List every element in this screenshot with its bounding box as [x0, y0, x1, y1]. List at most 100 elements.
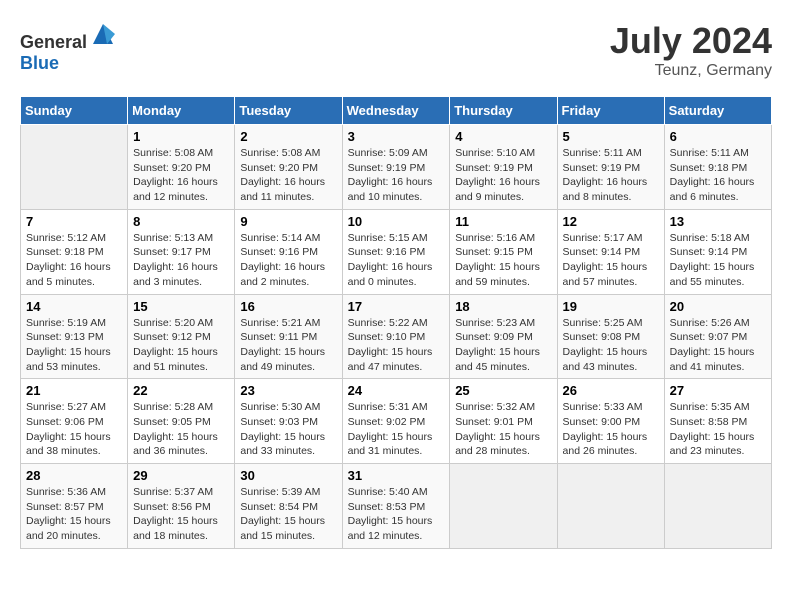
day-info: Sunrise: 5:33 AMSunset: 9:00 PMDaylight:…: [563, 400, 659, 459]
calendar-week-row: 1Sunrise: 5:08 AMSunset: 9:20 PMDaylight…: [21, 125, 772, 210]
day-number: 25: [455, 383, 551, 398]
day-info: Sunrise: 5:27 AMSunset: 9:06 PMDaylight:…: [26, 400, 122, 459]
day-number: 15: [133, 299, 229, 314]
calendar-cell: 21 Sunrise: 5:27 AMSunset: 9:06 PMDayligh…: [21, 379, 128, 464]
calendar-cell: 11 Sunrise: 5:16 AMSunset: 9:15 PMDayligh…: [450, 209, 557, 294]
day-info: Sunrise: 5:25 AMSunset: 9:08 PMDaylight:…: [563, 316, 659, 375]
weekday-header-saturday: Saturday: [664, 97, 771, 125]
day-info: Sunrise: 5:08 AMSunset: 9:20 PMDaylight:…: [133, 146, 229, 205]
day-number: 13: [670, 214, 766, 229]
day-number: 24: [348, 383, 445, 398]
day-info: Sunrise: 5:16 AMSunset: 9:15 PMDaylight:…: [455, 231, 551, 290]
day-number: 29: [133, 468, 229, 483]
day-number: 22: [133, 383, 229, 398]
day-number: 6: [670, 129, 766, 144]
calendar-cell: 9 Sunrise: 5:14 AMSunset: 9:16 PMDaylight…: [235, 209, 342, 294]
day-number: 9: [240, 214, 336, 229]
day-number: 14: [26, 299, 122, 314]
calendar-cell: 14 Sunrise: 5:19 AMSunset: 9:13 PMDayligh…: [21, 294, 128, 379]
calendar-cell: 2 Sunrise: 5:08 AMSunset: 9:20 PMDaylight…: [235, 125, 342, 210]
day-info: Sunrise: 5:40 AMSunset: 8:53 PMDaylight:…: [348, 485, 445, 544]
day-info: Sunrise: 5:12 AMSunset: 9:18 PMDaylight:…: [26, 231, 122, 290]
day-number: 19: [563, 299, 659, 314]
calendar-cell: [450, 464, 557, 549]
title-block: July 2024 Teunz, Germany: [610, 20, 772, 80]
calendar-cell: 1Sunrise: 5:08 AMSunset: 9:20 PMDaylight…: [128, 125, 235, 210]
calendar-cell: 3 Sunrise: 5:09 AMSunset: 9:19 PMDaylight…: [342, 125, 450, 210]
day-number: 20: [670, 299, 766, 314]
day-number: 8: [133, 214, 229, 229]
day-number: 18: [455, 299, 551, 314]
calendar-cell: 4Sunrise: 5:10 AMSunset: 9:19 PMDaylight…: [450, 125, 557, 210]
day-info: Sunrise: 5:20 AMSunset: 9:12 PMDaylight:…: [133, 316, 229, 375]
day-number: 7: [26, 214, 122, 229]
calendar-week-row: 14 Sunrise: 5:19 AMSunset: 9:13 PMDayligh…: [21, 294, 772, 379]
calendar-cell: 8 Sunrise: 5:13 AMSunset: 9:17 PMDaylight…: [128, 209, 235, 294]
weekday-header-thursday: Thursday: [450, 97, 557, 125]
day-info: Sunrise: 5:35 AMSunset: 8:58 PMDaylight:…: [670, 400, 766, 459]
location-title: Teunz, Germany: [610, 62, 772, 80]
day-info: Sunrise: 5:08 AMSunset: 9:20 PMDaylight:…: [240, 146, 336, 205]
logo: General Blue: [20, 20, 117, 74]
day-info: Sunrise: 5:18 AMSunset: 9:14 PMDaylight:…: [670, 231, 766, 290]
day-info: Sunrise: 5:31 AMSunset: 9:02 PMDaylight:…: [348, 400, 445, 459]
day-number: 3: [348, 129, 445, 144]
calendar-cell: 12 Sunrise: 5:17 AMSunset: 9:14 PMDayligh…: [557, 209, 664, 294]
day-info: Sunrise: 5:11 AMSunset: 9:19 PMDaylight:…: [563, 146, 659, 205]
day-info: Sunrise: 5:19 AMSunset: 9:13 PMDaylight:…: [26, 316, 122, 375]
day-number: 16: [240, 299, 336, 314]
day-number: 17: [348, 299, 445, 314]
calendar-cell: [557, 464, 664, 549]
weekday-header-row: SundayMondayTuesdayWednesdayThursdayFrid…: [21, 97, 772, 125]
calendar-cell: 23Sunrise: 5:30 AMSunset: 9:03 PMDayligh…: [235, 379, 342, 464]
logo-blue: Blue: [20, 53, 59, 73]
day-info: Sunrise: 5:17 AMSunset: 9:14 PMDaylight:…: [563, 231, 659, 290]
calendar-cell: 24 Sunrise: 5:31 AMSunset: 9:02 PMDayligh…: [342, 379, 450, 464]
day-number: 2: [240, 129, 336, 144]
day-info: Sunrise: 5:15 AMSunset: 9:16 PMDaylight:…: [348, 231, 445, 290]
calendar-cell: 6 Sunrise: 5:11 AMSunset: 9:18 PMDaylight…: [664, 125, 771, 210]
calendar-cell: 25 Sunrise: 5:32 AMSunset: 9:01 PMDayligh…: [450, 379, 557, 464]
weekday-header-sunday: Sunday: [21, 97, 128, 125]
day-info: Sunrise: 5:09 AMSunset: 9:19 PMDaylight:…: [348, 146, 445, 205]
day-number: 28: [26, 468, 122, 483]
day-number: 5: [563, 129, 659, 144]
calendar-cell: 26 Sunrise: 5:33 AMSunset: 9:00 PMDayligh…: [557, 379, 664, 464]
weekday-header-tuesday: Tuesday: [235, 97, 342, 125]
calendar-cell: 5 Sunrise: 5:11 AMSunset: 9:19 PMDaylight…: [557, 125, 664, 210]
day-number: 26: [563, 383, 659, 398]
calendar-cell: 27Sunrise: 5:35 AMSunset: 8:58 PMDayligh…: [664, 379, 771, 464]
calendar-cell: 31Sunrise: 5:40 AMSunset: 8:53 PMDayligh…: [342, 464, 450, 549]
weekday-header-friday: Friday: [557, 97, 664, 125]
calendar-cell: 16Sunrise: 5:21 AMSunset: 9:11 PMDayligh…: [235, 294, 342, 379]
page-header: General Blue July 2024 Teunz, Germany: [20, 20, 772, 80]
calendar-cell: 30Sunrise: 5:39 AMSunset: 8:54 PMDayligh…: [235, 464, 342, 549]
logo-text: General Blue: [20, 20, 117, 74]
calendar-cell: 28Sunrise: 5:36 AMSunset: 8:57 PMDayligh…: [21, 464, 128, 549]
logo-icon: [89, 20, 117, 48]
day-info: Sunrise: 5:30 AMSunset: 9:03 PMDaylight:…: [240, 400, 336, 459]
day-number: 11: [455, 214, 551, 229]
day-info: Sunrise: 5:28 AMSunset: 9:05 PMDaylight:…: [133, 400, 229, 459]
month-title: July 2024: [610, 20, 772, 62]
day-number: 10: [348, 214, 445, 229]
day-number: 21: [26, 383, 122, 398]
calendar-week-row: 7 Sunrise: 5:12 AMSunset: 9:18 PMDaylight…: [21, 209, 772, 294]
calendar-cell: 17Sunrise: 5:22 AMSunset: 9:10 PMDayligh…: [342, 294, 450, 379]
day-info: Sunrise: 5:23 AMSunset: 9:09 PMDaylight:…: [455, 316, 551, 375]
day-info: Sunrise: 5:11 AMSunset: 9:18 PMDaylight:…: [670, 146, 766, 205]
calendar-table: SundayMondayTuesdayWednesdayThursdayFrid…: [20, 96, 772, 549]
day-info: Sunrise: 5:26 AMSunset: 9:07 PMDaylight:…: [670, 316, 766, 375]
day-info: Sunrise: 5:10 AMSunset: 9:19 PMDaylight:…: [455, 146, 551, 205]
day-info: Sunrise: 5:32 AMSunset: 9:01 PMDaylight:…: [455, 400, 551, 459]
calendar-cell: [21, 125, 128, 210]
day-info: Sunrise: 5:14 AMSunset: 9:16 PMDaylight:…: [240, 231, 336, 290]
calendar-cell: 18 Sunrise: 5:23 AMSunset: 9:09 PMDayligh…: [450, 294, 557, 379]
calendar-week-row: 28Sunrise: 5:36 AMSunset: 8:57 PMDayligh…: [21, 464, 772, 549]
day-info: Sunrise: 5:13 AMSunset: 9:17 PMDaylight:…: [133, 231, 229, 290]
calendar-cell: 13 Sunrise: 5:18 AMSunset: 9:14 PMDayligh…: [664, 209, 771, 294]
day-number: 30: [240, 468, 336, 483]
weekday-header-wednesday: Wednesday: [342, 97, 450, 125]
calendar-cell: 29Sunrise: 5:37 AMSunset: 8:56 PMDayligh…: [128, 464, 235, 549]
day-number: 12: [563, 214, 659, 229]
